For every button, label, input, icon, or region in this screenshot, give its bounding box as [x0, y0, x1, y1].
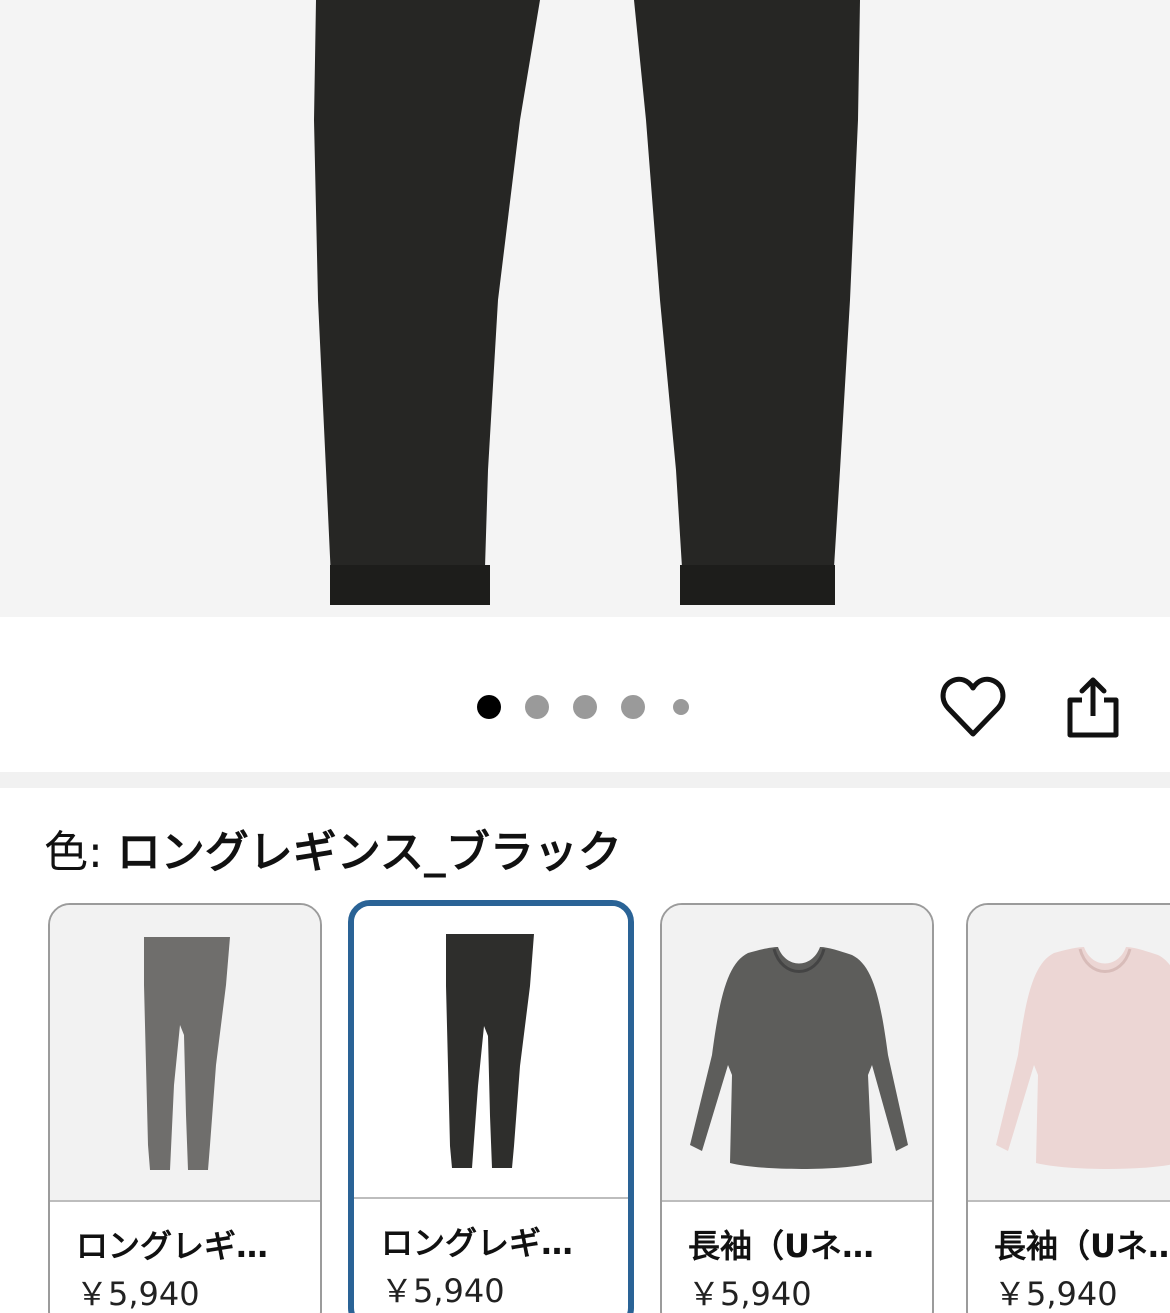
swatch-price: ￥5,940	[381, 1272, 505, 1310]
pink-top-image	[996, 947, 1170, 1169]
share-button[interactable]	[1058, 672, 1128, 742]
carousel-dot-5[interactable]	[673, 699, 689, 715]
color-swatch-gray-top[interactable]: 長袖（Uネ… ￥5,940	[660, 903, 934, 1313]
swatch-name: 長袖（Uネ…	[994, 1227, 1170, 1265]
favorite-button[interactable]	[938, 672, 1008, 742]
carousel-dot-2[interactable]	[525, 695, 549, 719]
heart-outline-icon	[940, 676, 1006, 737]
color-swatch-pink-top[interactable]: 長袖（Uネ… ￥5,940	[966, 903, 1170, 1313]
swatch-thumbnail	[662, 905, 932, 1202]
product-image[interactable]	[0, 0, 1170, 617]
gray-top-image	[690, 947, 908, 1169]
swatch-thumbnail	[354, 906, 628, 1199]
gray-leggings-image	[144, 937, 230, 1170]
carousel-dot-1[interactable]	[477, 695, 501, 719]
leggings-photo	[314, 0, 860, 605]
swatch-price: ￥5,940	[994, 1275, 1118, 1313]
color-label: 色: ロングレギンス_ブラック	[44, 822, 622, 884]
swatch-price: ￥5,940	[76, 1275, 200, 1313]
swatch-thumbnail	[50, 905, 320, 1202]
swatch-name: ロングレギ…	[76, 1227, 269, 1265]
color-swatch-list[interactable]: ロングレギ… ￥5,940 ロングレギ… ￥5,940 長袖（Uネ… ￥5,94…	[0, 900, 1170, 1313]
color-swatch-gray-leggings[interactable]: ロングレギ… ￥5,940	[48, 903, 322, 1313]
color-label-prefix: 色:	[44, 827, 117, 878]
swatch-price: ￥5,940	[688, 1275, 812, 1313]
swatch-thumbnail	[968, 905, 1170, 1202]
black-leggings-image	[446, 934, 534, 1168]
selected-color-name: ロングレギンス_ブラック	[116, 827, 622, 878]
carousel-dot-3[interactable]	[573, 695, 597, 719]
color-swatch-black-leggings[interactable]: ロングレギ… ￥5,940	[348, 900, 634, 1313]
carousel-dot-4[interactable]	[621, 695, 645, 719]
section-divider	[0, 772, 1170, 788]
swatch-name: 長袖（Uネ…	[688, 1227, 874, 1265]
swatch-name: ロングレギ…	[381, 1224, 574, 1262]
share-icon	[1067, 677, 1119, 738]
